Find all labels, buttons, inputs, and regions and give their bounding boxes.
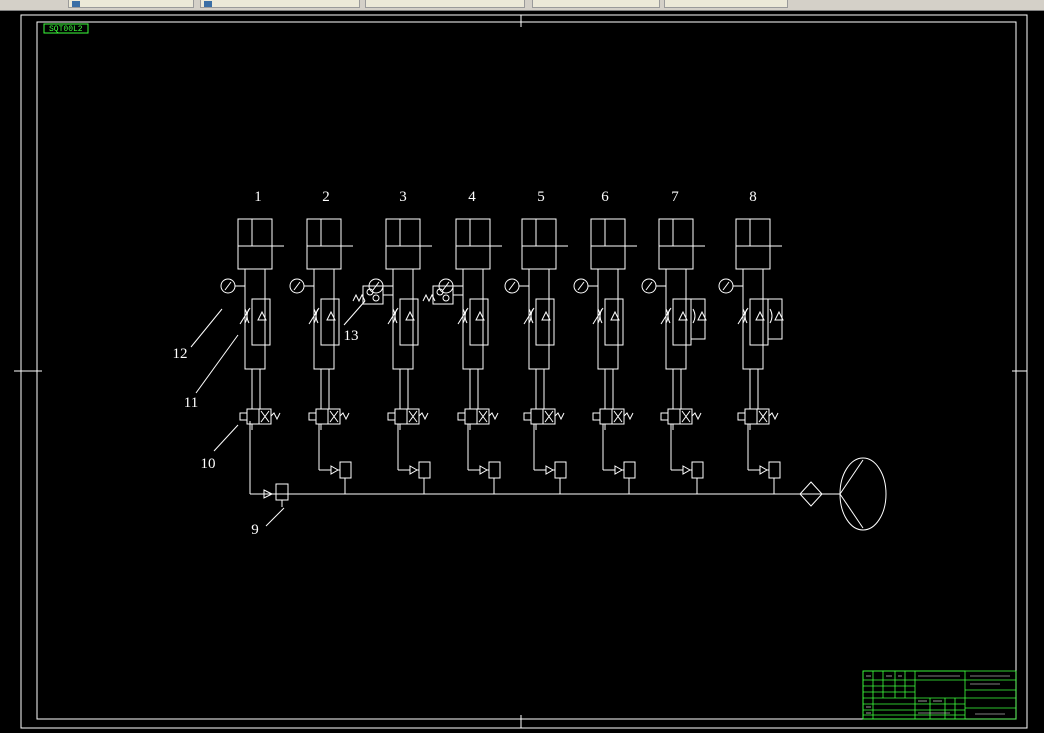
directional-valve-3 [387, 408, 429, 430]
actuator-channel-2 [289, 218, 353, 494]
pneumatic-schematic [249, 421, 887, 531]
directional-valve-4 [457, 408, 499, 430]
cylinder-1 [237, 218, 273, 270]
directional-valve-2 [308, 408, 350, 430]
actuator-channel-7 [641, 218, 707, 494]
cylinder-2 [306, 218, 342, 270]
channel-number-3: 3 [399, 189, 407, 205]
lubricator-3 [362, 285, 384, 305]
directional-valve-1 [239, 408, 281, 430]
regulator-2 [339, 461, 352, 479]
compressor-symbol [839, 457, 887, 531]
regulator-7 [691, 461, 704, 479]
drawing-border [36, 21, 1017, 720]
callout-9: 9 [251, 522, 259, 538]
channel-number-5: 5 [537, 189, 545, 205]
cylinder-6 [590, 218, 626, 270]
directional-valve-5 [523, 408, 565, 430]
actuator-channel-3 [352, 218, 432, 494]
regulator-5 [554, 461, 567, 479]
regulator-4 [488, 461, 501, 479]
actuator-channel-5 [504, 218, 568, 494]
actuator-channels [220, 218, 784, 494]
actuator-channel-6 [573, 218, 637, 494]
directional-valve-6 [592, 408, 634, 430]
channel-number-8: 8 [749, 189, 757, 205]
callout-12: 12 [173, 346, 188, 362]
outer-frame [20, 14, 1028, 729]
drawing-file-icon [72, 0, 80, 7]
cylinder-8 [735, 218, 771, 270]
channel-number-7: 7 [671, 189, 679, 205]
document-tab-1[interactable] [68, 0, 194, 8]
pressure-regulator-9 [263, 483, 289, 507]
callout-11: 11 [184, 395, 198, 411]
centering-marks [14, 15, 1027, 728]
document-tab-3[interactable] [365, 0, 525, 8]
drawing-number: SQT00L2 [49, 25, 83, 34]
cylinder-4 [455, 218, 491, 270]
regulator-3 [418, 461, 431, 479]
channel-number-2: 2 [322, 189, 330, 205]
callout-13: 13 [344, 328, 359, 344]
document-tab-4[interactable] [532, 0, 660, 8]
regulator-8 [768, 461, 781, 479]
actuator-channel-4 [422, 218, 502, 494]
document-tab-2[interactable] [200, 0, 360, 8]
document-tab-5[interactable] [664, 0, 788, 8]
actuator-channel-1 [220, 218, 284, 430]
lubricator-4 [432, 285, 454, 305]
cad-drawing-canvas[interactable]: SQT00L2 1 2 3 4 5 6 7 8 12 11 10 9 13 [0, 10, 1044, 733]
drawing-file-icon [204, 0, 212, 7]
cylinder-3 [385, 218, 421, 270]
callout-10: 10 [201, 456, 216, 472]
directional-valve-7 [660, 408, 702, 430]
regulator-6 [623, 461, 636, 479]
cylinder-5 [521, 218, 557, 270]
channel-number-1: 1 [254, 189, 262, 205]
channel-number-6: 6 [601, 189, 609, 205]
actuator-channel-8 [718, 218, 784, 494]
channel-number-labels: 1 2 3 4 5 6 7 8 [254, 189, 757, 205]
directional-valve-8 [737, 408, 779, 430]
title-block [862, 670, 1017, 720]
channel-number-4: 4 [468, 189, 476, 205]
cylinder-7 [658, 218, 694, 270]
